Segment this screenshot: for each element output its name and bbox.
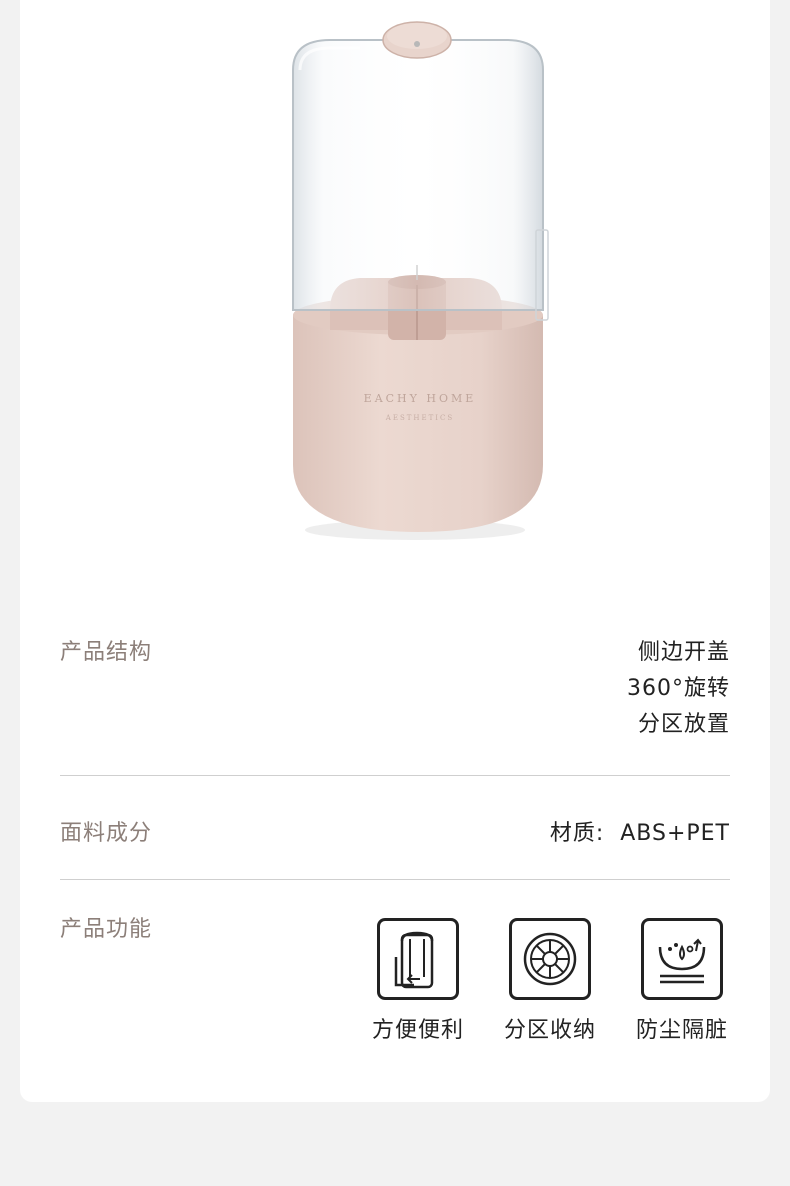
dust-proof-icon (641, 918, 723, 1000)
material-value: 材质: ABS+PET (549, 821, 730, 846)
feature-label: 方便便利 (371, 1018, 464, 1043)
structure-value-1: 侧边开盖 (637, 640, 730, 665)
structure-label: 产品结构 (60, 640, 153, 665)
divider (60, 879, 730, 880)
divider (60, 775, 730, 776)
svg-text:EACHY HOME: EACHY HOME (364, 392, 477, 405)
product-detail-card: EACHY HOME AESTHETICS 产品结构 侧边开盖 360°旋转 分… (20, 0, 770, 1102)
svg-text:AESTHETICS: AESTHETICS (385, 414, 454, 422)
product-image: EACHY HOME AESTHETICS (270, 10, 560, 550)
feature-label: 分区收纳 (503, 1018, 596, 1043)
material-label: 面料成分 (60, 821, 153, 846)
feature-label: 防尘隔脏 (635, 1018, 728, 1043)
feature-compartment: 分区收纳 (495, 918, 605, 1044)
structure-value-2: 360°旋转 (627, 676, 730, 701)
compartment-wheel-icon (509, 918, 591, 1000)
feature-dust-proof: 防尘隔脏 (627, 918, 737, 1044)
side-open-icon (377, 918, 459, 1000)
functions-label: 产品功能 (60, 917, 153, 942)
feature-side-open: 方便便利 (363, 918, 473, 1044)
structure-value-3: 分区放置 (637, 712, 730, 737)
